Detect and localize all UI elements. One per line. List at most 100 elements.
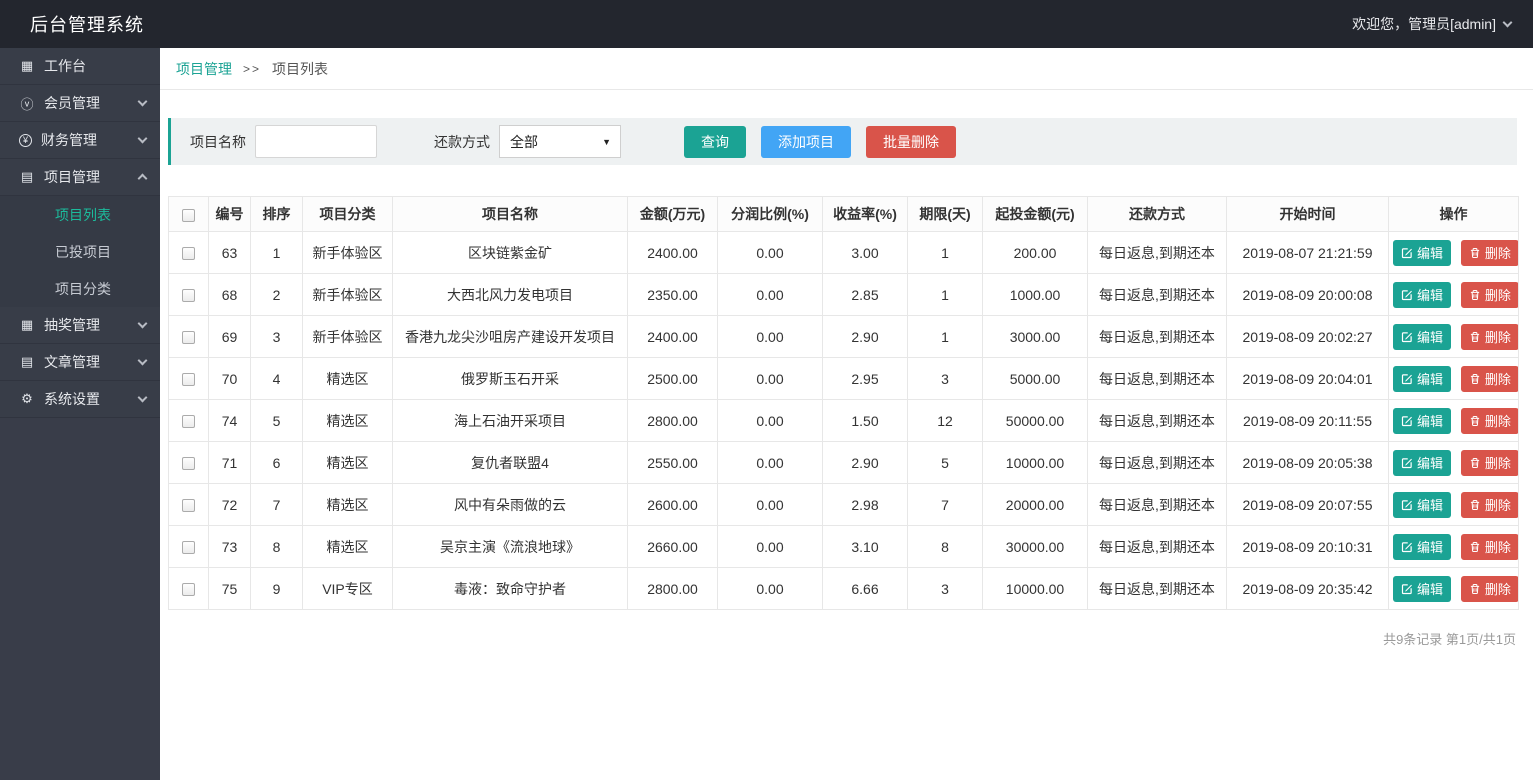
- projects-table-wrap: 编号排序项目分类项目名称金额(万元)分润比例(%)收益率(%)期限(天)起投金额…: [168, 196, 1517, 610]
- sidebar-item-label: 系统设置: [44, 389, 139, 409]
- sidebar-subitem-label: 项目分类: [55, 279, 111, 299]
- row-checkbox[interactable]: [182, 541, 195, 554]
- delete-button[interactable]: 删除: [1461, 240, 1519, 266]
- cell-term: 7: [908, 484, 983, 526]
- sidebar: ▦ 工作台 ⓥ 会员管理 ¥ 财务管理 ▤ 项目管理 项目列表 已投项目 项目分…: [0, 48, 160, 780]
- delete-button[interactable]: 删除: [1461, 534, 1519, 560]
- cell-profit-ratio: 0.00: [718, 232, 823, 274]
- edit-icon: [1401, 289, 1413, 301]
- cell-actions: 编辑 删除: [1389, 232, 1519, 274]
- cell-rate: 3.10: [823, 526, 908, 568]
- sidebar-item-lottery[interactable]: ▦ 抽奖管理: [0, 307, 160, 344]
- cell-category: 精选区: [303, 484, 393, 526]
- cell-repay-method: 每日返息,到期还本: [1088, 526, 1227, 568]
- articles-icon: ▤: [19, 354, 35, 370]
- delete-button[interactable]: 删除: [1461, 450, 1519, 476]
- delete-button[interactable]: 删除: [1461, 492, 1519, 518]
- cell-category: 精选区: [303, 526, 393, 568]
- cell-sort: 5: [251, 400, 303, 442]
- row-checkbox[interactable]: [182, 289, 195, 302]
- row-checkbox[interactable]: [182, 247, 195, 260]
- delete-button[interactable]: 删除: [1461, 282, 1519, 308]
- cell-repay-method: 每日返息,到期还本: [1088, 358, 1227, 400]
- edit-button[interactable]: 编辑: [1393, 408, 1451, 434]
- trash-icon: [1469, 415, 1481, 427]
- delete-button[interactable]: 删除: [1461, 408, 1519, 434]
- row-checkbox-cell: [169, 316, 209, 358]
- edit-button-label: 编辑: [1417, 453, 1443, 472]
- cell-id: 74: [209, 400, 251, 442]
- cell-id: 70: [209, 358, 251, 400]
- sidebar-item-finance[interactable]: ¥ 财务管理: [0, 122, 160, 159]
- row-checkbox-cell: [169, 358, 209, 400]
- column-header: 开始时间: [1227, 197, 1389, 232]
- add-project-button[interactable]: 添加项目: [761, 126, 851, 158]
- edit-button[interactable]: 编辑: [1393, 282, 1451, 308]
- cell-start-time: 2019-08-09 20:10:31: [1227, 526, 1389, 568]
- cell-min-invest: 50000.00: [983, 400, 1088, 442]
- cell-term: 12: [908, 400, 983, 442]
- cell-id: 63: [209, 232, 251, 274]
- edit-button[interactable]: 编辑: [1393, 324, 1451, 350]
- edit-button[interactable]: 编辑: [1393, 450, 1451, 476]
- delete-button[interactable]: 删除: [1461, 366, 1519, 392]
- sidebar-item-dashboard[interactable]: ▦ 工作台: [0, 48, 160, 85]
- cell-profit-ratio: 0.00: [718, 400, 823, 442]
- cell-actions: 编辑 删除: [1389, 526, 1519, 568]
- cell-profit-ratio: 0.00: [718, 274, 823, 316]
- edit-button[interactable]: 编辑: [1393, 240, 1451, 266]
- sidebar-item-settings[interactable]: ⚙ 系统设置: [0, 381, 160, 418]
- row-checkbox[interactable]: [182, 583, 195, 596]
- sidebar-subitem-label: 项目列表: [55, 205, 111, 225]
- user-menu[interactable]: 欢迎您，管理员[admin]: [1352, 14, 1511, 34]
- table-row: 74 5 精选区 海上石油开采项目 2800.00 0.00 1.50 12 5…: [169, 400, 1519, 442]
- dashboard-icon: ▦: [19, 58, 35, 74]
- table-header-row: 编号排序项目分类项目名称金额(万元)分润比例(%)收益率(%)期限(天)起投金额…: [169, 197, 1519, 232]
- edit-button[interactable]: 编辑: [1393, 366, 1451, 392]
- delete-button[interactable]: 删除: [1461, 324, 1519, 350]
- cell-rate: 2.90: [823, 316, 908, 358]
- sidebar-subitem-0[interactable]: 项目列表: [0, 196, 160, 233]
- cell-profit-ratio: 0.00: [718, 526, 823, 568]
- sidebar-item-projects[interactable]: ▤ 项目管理: [0, 159, 160, 196]
- edit-button[interactable]: 编辑: [1393, 576, 1451, 602]
- row-checkbox[interactable]: [182, 457, 195, 470]
- delete-button[interactable]: 删除: [1461, 576, 1519, 602]
- dropdown-arrow-icon: ▼: [602, 137, 611, 147]
- row-checkbox[interactable]: [182, 373, 195, 386]
- table-row: 63 1 新手体验区 区块链紫金矿 2400.00 0.00 3.00 1 20…: [169, 232, 1519, 274]
- cell-sort: 3: [251, 316, 303, 358]
- select-all-checkbox[interactable]: [182, 209, 195, 222]
- cell-rate: 2.85: [823, 274, 908, 316]
- cell-sort: 2: [251, 274, 303, 316]
- edit-icon: [1401, 499, 1413, 511]
- cell-actions: 编辑 删除: [1389, 274, 1519, 316]
- sidebar-subitem-2[interactable]: 项目分类: [0, 270, 160, 307]
- column-header: 编号: [209, 197, 251, 232]
- cell-amount: 2400.00: [628, 232, 718, 274]
- row-checkbox[interactable]: [182, 499, 195, 512]
- search-button[interactable]: 查询: [684, 126, 746, 158]
- edit-button[interactable]: 编辑: [1393, 534, 1451, 560]
- row-checkbox[interactable]: [182, 331, 195, 344]
- cell-actions: 编辑 删除: [1389, 316, 1519, 358]
- repay-method-select[interactable]: 全部 ▼: [499, 125, 621, 158]
- cell-sort: 9: [251, 568, 303, 610]
- delete-button-label: 删除: [1485, 243, 1511, 262]
- column-header: 还款方式: [1088, 197, 1227, 232]
- edit-button[interactable]: 编辑: [1393, 492, 1451, 518]
- repay-method-label: 还款方式: [434, 132, 490, 152]
- projects-table: 编号排序项目分类项目名称金额(万元)分润比例(%)收益率(%)期限(天)起投金额…: [168, 196, 1519, 610]
- column-header: 收益率(%): [823, 197, 908, 232]
- sidebar-subitem-1[interactable]: 已投项目: [0, 233, 160, 270]
- cell-min-invest: 200.00: [983, 232, 1088, 274]
- project-name-input[interactable]: [255, 125, 377, 158]
- sidebar-item-articles[interactable]: ▤ 文章管理: [0, 344, 160, 381]
- edit-button-label: 编辑: [1417, 495, 1443, 514]
- cell-amount: 2800.00: [628, 568, 718, 610]
- row-checkbox[interactable]: [182, 415, 195, 428]
- batch-delete-button[interactable]: 批量删除: [866, 126, 956, 158]
- breadcrumb-parent-link[interactable]: 项目管理: [176, 59, 232, 79]
- cell-term: 5: [908, 442, 983, 484]
- sidebar-item-members[interactable]: ⓥ 会员管理: [0, 85, 160, 122]
